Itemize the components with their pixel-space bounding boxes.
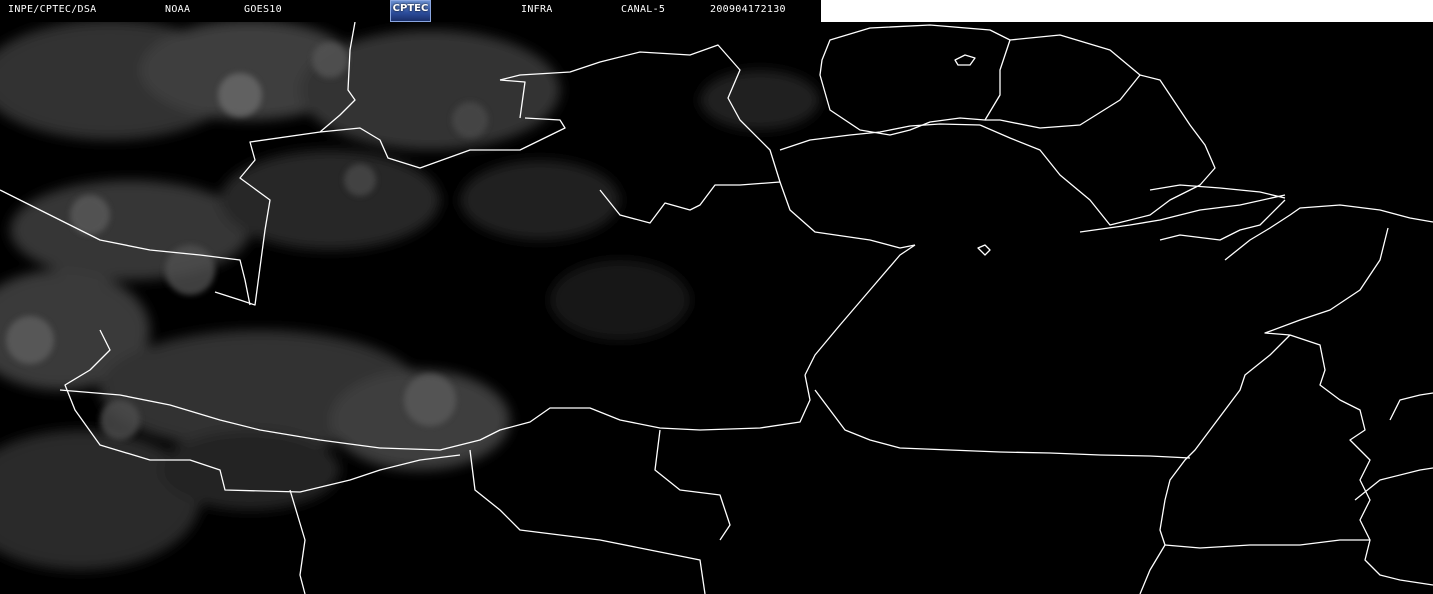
agency-label: NOAA	[165, 4, 191, 15]
satellite-map	[0, 22, 1433, 594]
product-label: INFRA	[521, 4, 553, 15]
cptec-logo: CPTEC	[390, 0, 431, 22]
source-label: INPE/CPTEC/DSA	[8, 4, 97, 15]
image-header: INPE/CPTEC/DSA NOAA GOES10 CPTEC INFRA C…	[0, 0, 821, 22]
satellite-label: GOES10	[244, 4, 282, 15]
timestamp-label: 200904172130	[710, 4, 786, 15]
channel-label: CANAL-5	[621, 4, 666, 15]
header-blank-area	[821, 0, 1433, 22]
